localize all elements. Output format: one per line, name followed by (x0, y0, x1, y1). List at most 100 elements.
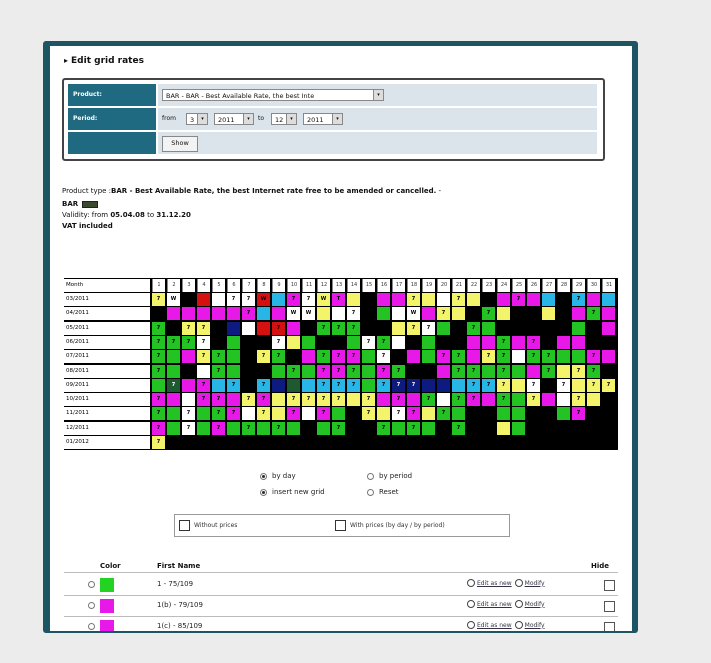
rate-cell[interactable] (512, 307, 525, 321)
rate-cell[interactable]: 7 (362, 393, 375, 407)
rate-cell[interactable]: 7 (242, 393, 255, 407)
rate-cell[interactable] (482, 293, 495, 306)
rate-cell[interactable] (557, 307, 570, 321)
rate-cell[interactable] (407, 335, 420, 349)
rate-cell[interactable] (227, 364, 240, 378)
rate-cell[interactable] (437, 321, 450, 335)
rate-cell[interactable] (407, 364, 420, 378)
rate-cell[interactable] (272, 393, 285, 407)
rate-cell[interactable]: 7 (212, 350, 225, 364)
rate-cell[interactable] (227, 307, 240, 321)
rate-cell[interactable]: 7 (452, 350, 465, 364)
rate-cell[interactable] (377, 436, 390, 449)
rate-cell[interactable] (167, 393, 180, 407)
rate-cell[interactable]: W (287, 307, 300, 321)
rate-cell[interactable] (242, 407, 255, 421)
rate-cell[interactable] (362, 364, 375, 378)
rate-cell[interactable] (347, 436, 360, 449)
rate-cell[interactable]: 7 (527, 350, 540, 364)
rate-cell[interactable] (212, 293, 225, 306)
rate-cell[interactable] (392, 293, 405, 306)
rate-cell[interactable] (272, 364, 285, 378)
rate-cell[interactable] (212, 378, 225, 392)
rate-cell[interactable] (182, 307, 195, 321)
rate-cell[interactable] (392, 350, 405, 364)
modify-link[interactable]: Modify (525, 622, 545, 629)
rate-cell[interactable]: 7 (152, 293, 165, 306)
rate-cell[interactable] (197, 307, 210, 321)
rate-cell[interactable]: 7 (602, 378, 615, 392)
rate-cell[interactable] (407, 350, 420, 364)
rate-cell[interactable]: 7 (587, 307, 600, 321)
without-prices-option[interactable]: Without prices (179, 520, 237, 531)
rate-cell[interactable] (557, 393, 570, 407)
rate-cell[interactable] (602, 421, 615, 435)
rate-cell[interactable] (407, 393, 420, 407)
rate-cell[interactable] (212, 436, 225, 449)
rate-cell[interactable] (182, 350, 195, 364)
rate-cell[interactable] (377, 321, 390, 335)
hide-checkbox[interactable] (604, 580, 615, 591)
rate-cell[interactable] (452, 307, 465, 321)
rate-cell[interactable] (542, 421, 555, 435)
rate-cell[interactable] (542, 321, 555, 335)
rate-cell[interactable]: 7 (212, 421, 225, 435)
rate-cell[interactable]: 7 (152, 335, 165, 349)
rate-cell[interactable] (587, 321, 600, 335)
modify-link[interactable]: Modify (525, 601, 545, 608)
rate-cell[interactable]: 7 (242, 421, 255, 435)
rate-cell[interactable] (422, 293, 435, 306)
rate-cell[interactable] (572, 335, 585, 349)
rate-cell[interactable]: 7 (497, 335, 510, 349)
rate-cell[interactable]: 7 (287, 407, 300, 421)
rate-cell[interactable] (572, 378, 585, 392)
rate-cell[interactable]: 7 (152, 350, 165, 364)
option-by-day[interactable]: by day (260, 472, 296, 480)
rate-cell[interactable]: W (257, 293, 270, 306)
rate-cell[interactable]: 7 (257, 393, 270, 407)
rate-cell[interactable]: 7 (332, 421, 345, 435)
rate-cell[interactable] (482, 407, 495, 421)
rate-cell[interactable]: 7 (212, 407, 225, 421)
rate-cell[interactable] (557, 335, 570, 349)
rate-cell[interactable] (482, 421, 495, 435)
rate-cell[interactable] (602, 436, 615, 449)
rate-cell[interactable] (467, 407, 480, 421)
rate-cell[interactable] (287, 350, 300, 364)
rate-cell[interactable] (182, 293, 195, 306)
rate-cell[interactable] (437, 393, 450, 407)
rate-cell[interactable] (302, 335, 315, 349)
rate-cell[interactable]: W (317, 293, 330, 306)
edit-as-new-link[interactable]: Edit as new (477, 622, 512, 629)
rate-cell[interactable] (302, 436, 315, 449)
to-month-select[interactable]: 12 ▾ (271, 113, 297, 125)
rate-cell[interactable] (572, 436, 585, 449)
rate-cell[interactable]: 7 (287, 293, 300, 306)
rate-cell[interactable] (452, 321, 465, 335)
rate-cell[interactable]: 7 (572, 364, 585, 378)
rate-cell[interactable] (257, 436, 270, 449)
product-select[interactable]: BAR - BAR - Best Available Rate, the bes… (162, 89, 384, 101)
rate-cell[interactable]: 7 (467, 321, 480, 335)
rate-cell[interactable] (587, 421, 600, 435)
rate-cell[interactable]: 7 (152, 393, 165, 407)
rate-cell[interactable]: 7 (407, 293, 420, 306)
rate-cell[interactable] (452, 436, 465, 449)
option-insert-new-grid[interactable]: insert new grid (260, 488, 325, 496)
rate-cell[interactable] (257, 421, 270, 435)
rate-cell[interactable]: 7 (272, 350, 285, 364)
rate-cell[interactable] (557, 364, 570, 378)
rate-cell[interactable] (362, 293, 375, 306)
rate-cell[interactable]: 7 (197, 393, 210, 407)
rate-cell[interactable]: 7 (512, 293, 525, 306)
rate-cell[interactable] (587, 293, 600, 306)
rate-cell[interactable] (587, 393, 600, 407)
rate-cell[interactable]: 7 (227, 293, 240, 306)
rate-cell[interactable]: 7 (377, 350, 390, 364)
rate-cell[interactable] (422, 335, 435, 349)
rate-cell[interactable] (227, 335, 240, 349)
rate-cell[interactable]: 7 (527, 393, 540, 407)
rate-cell[interactable] (332, 335, 345, 349)
rate-cell[interactable]: 7 (317, 321, 330, 335)
rate-cell[interactable] (557, 407, 570, 421)
